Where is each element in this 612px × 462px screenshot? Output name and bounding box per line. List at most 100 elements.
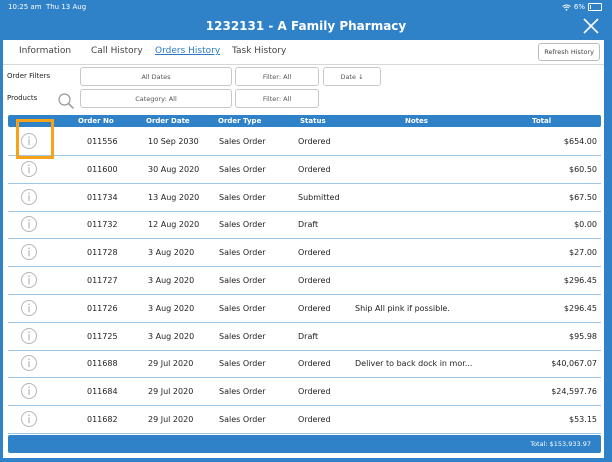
info-icon[interactable]: [20, 160, 38, 178]
tab-bar: Information Call History Orders History …: [3, 40, 604, 65]
order-no-cell: 011688: [87, 359, 118, 369]
table-row[interactable]: 011688 29 Jul 2020 Sales Order Ordered Deliv…: [8, 350, 601, 379]
total-cell: $296.45: [563, 303, 597, 313]
info-icon[interactable]: [20, 271, 38, 289]
order-date-cell: 12 Aug 2020: [148, 220, 200, 230]
order-date-cell: 29 Jul 2020: [148, 359, 194, 369]
info-icon[interactable]: [20, 299, 38, 317]
col-order-type: Order Type: [218, 117, 262, 125]
refresh-history-button[interactable]: Refresh History: [538, 43, 600, 61]
table-row[interactable]: 011682 29 Jul 2020 Sales Order Ordered $53.1…: [8, 406, 601, 434]
tab-information[interactable]: Information: [19, 46, 71, 56]
table-row[interactable]: 011732 12 Aug 2020 Sales Order Draft $0.00: [8, 211, 601, 240]
total-cell: $27.00: [569, 248, 597, 258]
order-no-cell: 011556: [87, 137, 118, 146]
total-cell: $60.50: [569, 164, 597, 174]
status-cell: Ordered: [298, 359, 331, 369]
order-no-cell: 011726: [87, 303, 118, 313]
table-row[interactable]: 011684 29 Jul 2020 Sales Order Ordered $24,5…: [8, 378, 601, 407]
total-cell: $40,067.07: [551, 359, 597, 369]
total-cell: $654.00: [563, 137, 597, 146]
order-type-cell: Sales Order: [219, 303, 266, 313]
order-type-cell: Sales Order: [219, 164, 266, 174]
order-date-cell: 30 Aug 2020: [148, 164, 200, 174]
order-date-cell: 3 Aug 2020: [148, 303, 195, 313]
table-row[interactable]: 011600 30 Aug 2020 Sales Order Ordered $60.5…: [8, 156, 601, 184]
order-date-cell: 3 Aug 2020: [148, 331, 195, 341]
table-row[interactable]: 011727 3 Aug 2020 Sales Order Ordered $296.4…: [8, 267, 601, 295]
order-type-cell: Sales Order: [219, 137, 266, 146]
order-date-cell: 29 Jul 2020: [148, 415, 194, 424]
total-cell: $0.00: [574, 220, 597, 230]
info-icon[interactable]: [20, 215, 38, 233]
orders-panel: Information Call History Orders History …: [3, 40, 604, 458]
order-no-cell: 011727: [87, 276, 118, 285]
order-no-cell: 011725: [87, 331, 118, 341]
table-footer: Total: $153,933.97: [8, 435, 601, 453]
dates-filter[interactable]: All Dates: [80, 67, 232, 86]
date-sort-button[interactable]: Date ↓: [323, 67, 381, 86]
status-cell: Ordered: [298, 248, 331, 258]
info-icon[interactable]: [20, 327, 38, 345]
status-date: Thu 13 Aug: [45, 3, 87, 11]
order-type-cell: Sales Order: [219, 220, 266, 230]
page-title: 1232131 - A Family Pharmacy: [205, 19, 407, 33]
battery-icon: [588, 3, 602, 11]
tab-orders-history[interactable]: Orders History: [155, 46, 220, 56]
notes-cell: Deliver to back dock in mor...: [355, 359, 473, 369]
order-no-cell: 011600: [87, 164, 118, 174]
total-cell: $296.45: [563, 276, 597, 285]
info-icon[interactable]: [20, 188, 38, 206]
col-notes: Notes: [405, 117, 428, 125]
search-icon[interactable]: [57, 92, 75, 110]
col-total: Total: [532, 117, 552, 125]
order-no-cell: 011682: [87, 415, 118, 424]
info-icon[interactable]: [20, 410, 38, 428]
table-row[interactable]: 011734 13 Aug 2020 Sales Order Submitted $67…: [8, 184, 601, 212]
table-row[interactable]: 011728 3 Aug 2020 Sales Order Ordered $27.00: [8, 239, 601, 268]
tab-task-history[interactable]: Task History: [232, 46, 286, 56]
info-icon[interactable]: [20, 382, 38, 400]
order-type-cell: Sales Order: [219, 248, 266, 258]
table-header: Order No Order Date Order Type Status No…: [8, 115, 601, 127]
order-no-cell: 011728: [87, 248, 118, 258]
status-cell: Ordered: [298, 164, 331, 174]
app-window: 10:25 am Thu 13 Aug 6% 1232131 - A Famil…: [0, 0, 612, 462]
order-type-cell: Sales Order: [219, 192, 266, 202]
category-filter[interactable]: Category: All: [80, 89, 232, 108]
info-icon[interactable]: [20, 243, 38, 261]
status-time-date: 10:25 am Thu 13 Aug: [8, 3, 86, 11]
status-cell: Ordered: [298, 137, 331, 146]
col-order-date: Order Date: [146, 117, 190, 125]
tab-call-history[interactable]: Call History: [91, 46, 143, 56]
order-type-cell: Sales Order: [219, 331, 266, 341]
col-order-no: Order No: [78, 117, 114, 125]
table-row[interactable]: 011556 10 Sep 2030 Sales Order Ordered $654.…: [8, 128, 601, 156]
status-bar: 10:25 am Thu 13 Aug 6%: [0, 0, 612, 14]
product-filter-dropdown[interactable]: Filter: All: [235, 89, 319, 108]
info-icon[interactable]: [20, 354, 38, 372]
total-cell: $24,597.76: [551, 387, 597, 397]
close-icon[interactable]: [582, 17, 600, 35]
status-cell: Ordered: [298, 303, 331, 313]
order-date-cell: 13 Aug 2020: [148, 192, 200, 202]
order-no-cell: 011734: [87, 192, 118, 202]
order-type-cell: Sales Order: [219, 359, 266, 369]
order-date-cell: 3 Aug 2020: [148, 276, 195, 285]
table-row[interactable]: 011726 3 Aug 2020 Sales Order Ordered Ship A…: [8, 295, 601, 323]
status-cell: Ordered: [298, 387, 331, 397]
order-type-cell: Sales Order: [219, 276, 266, 285]
status-cell: Draft: [298, 220, 319, 230]
header: 1232131 - A Family Pharmacy: [0, 14, 612, 40]
total-cell: $67.50: [569, 192, 597, 202]
total-cell: $53.15: [569, 415, 597, 424]
order-date-cell: 3 Aug 2020: [148, 248, 195, 258]
battery-percent: 6%: [573, 3, 585, 11]
status-cell: Submitted: [298, 192, 340, 202]
order-filter-dropdown[interactable]: Filter: All: [235, 67, 319, 86]
status-time: 10:25 am: [8, 3, 42, 11]
total-cell: $95.98: [569, 331, 597, 341]
order-type-cell: Sales Order: [219, 387, 266, 397]
order-date-cell: 29 Jul 2020: [148, 387, 194, 397]
table-row[interactable]: 011725 3 Aug 2020 Sales Order Draft $95.98: [8, 323, 601, 351]
